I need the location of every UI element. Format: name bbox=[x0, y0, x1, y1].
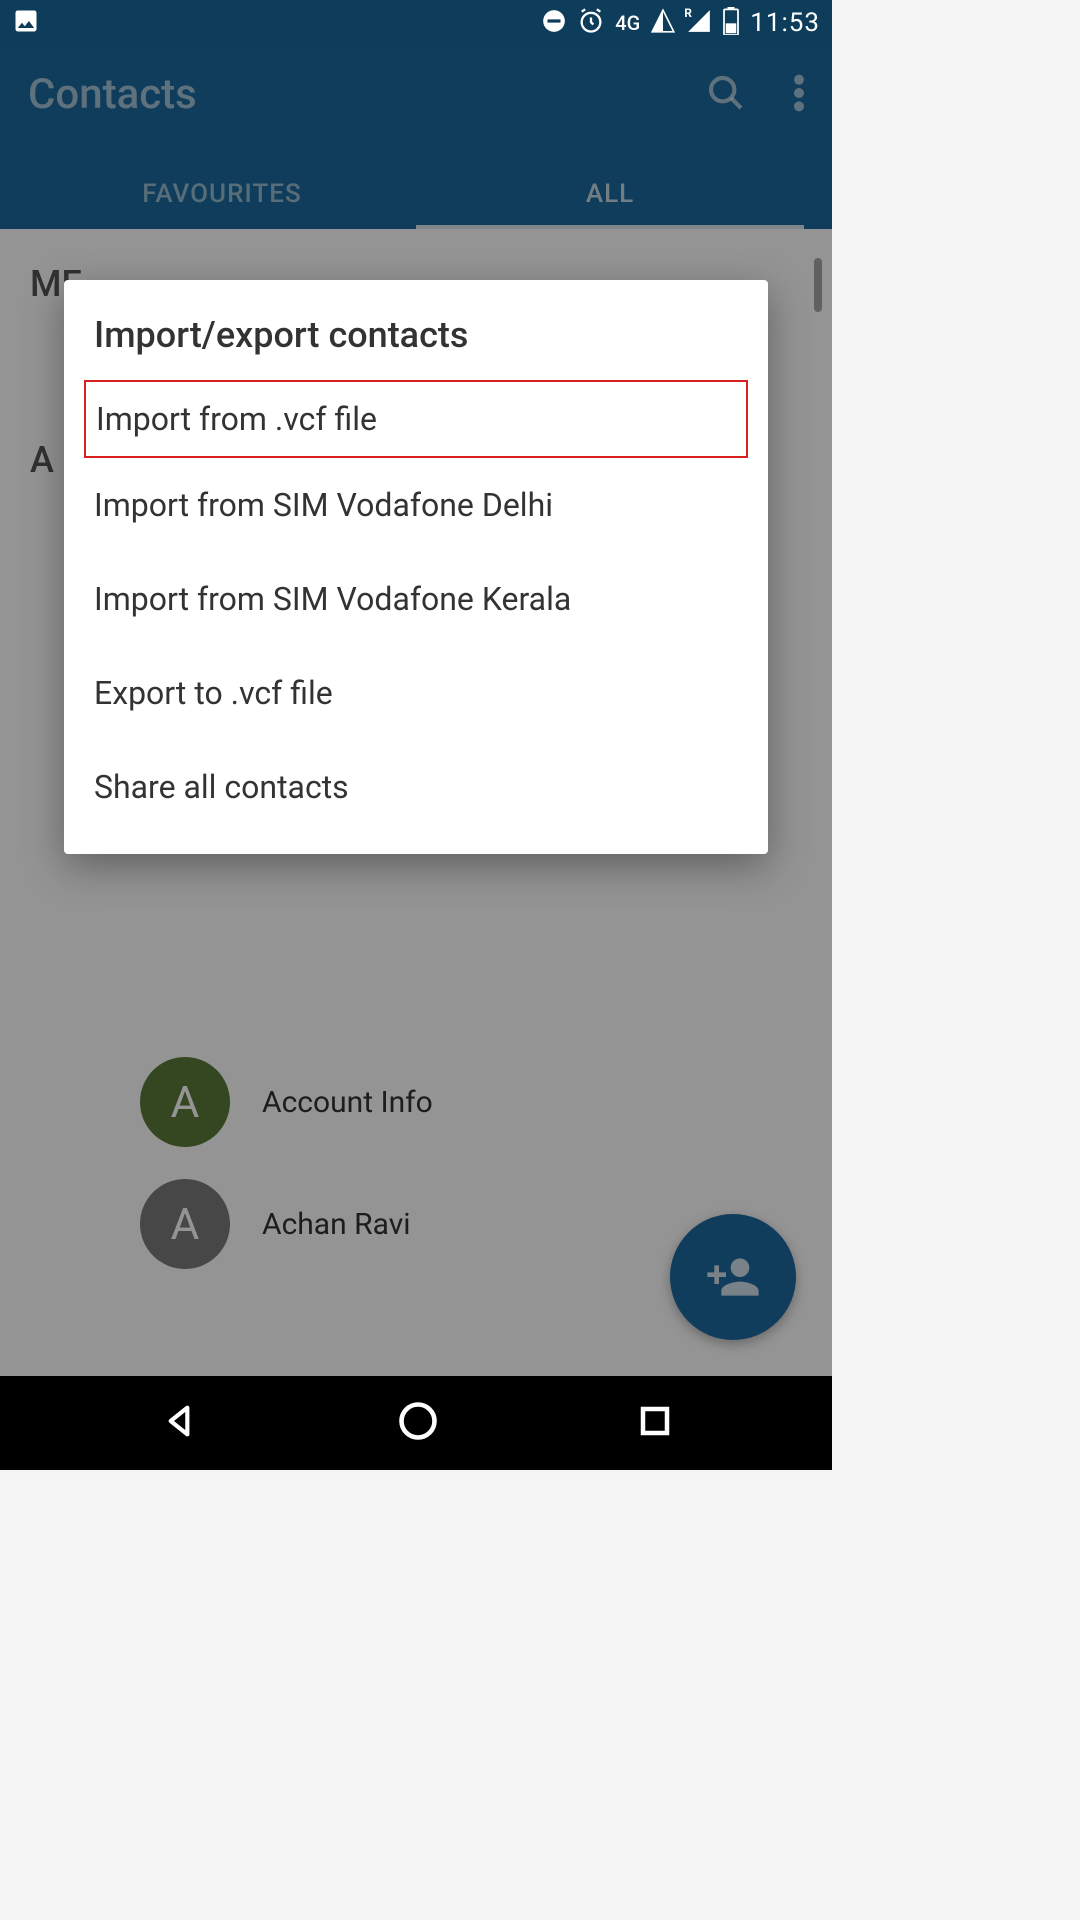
import-export-dialog: Import/export contacts Import from .vcf … bbox=[64, 280, 768, 854]
signal-roaming-icon: R bbox=[686, 8, 712, 38]
dialog-item-share-all[interactable]: Share all contacts bbox=[64, 740, 768, 834]
dialog-item-import-sim2[interactable]: Import from SIM Vodafone Kerala bbox=[64, 552, 768, 646]
battery-icon bbox=[722, 7, 740, 39]
back-button[interactable] bbox=[159, 1401, 199, 1445]
signal-icon bbox=[650, 8, 676, 38]
status-bar: 4G R 11:53 bbox=[0, 0, 832, 46]
system-nav-bar bbox=[0, 1376, 832, 1470]
dialog-item-export-vcf[interactable]: Export to .vcf file bbox=[64, 646, 768, 740]
home-button[interactable] bbox=[396, 1399, 440, 1447]
clock-time: 11:53 bbox=[750, 8, 820, 38]
network-type-label: 4G bbox=[615, 11, 640, 35]
alarm-icon bbox=[577, 7, 605, 39]
dialog-title: Import/export contacts bbox=[64, 304, 768, 380]
scrollbar-indicator bbox=[814, 258, 822, 312]
dialog-item-import-vcf[interactable]: Import from .vcf file bbox=[84, 380, 748, 458]
dnd-icon bbox=[541, 8, 567, 38]
dialog-item-import-sim1[interactable]: Import from SIM Vodafone Delhi bbox=[64, 458, 768, 552]
image-notification-icon bbox=[12, 7, 40, 39]
recents-button[interactable] bbox=[637, 1403, 673, 1443]
